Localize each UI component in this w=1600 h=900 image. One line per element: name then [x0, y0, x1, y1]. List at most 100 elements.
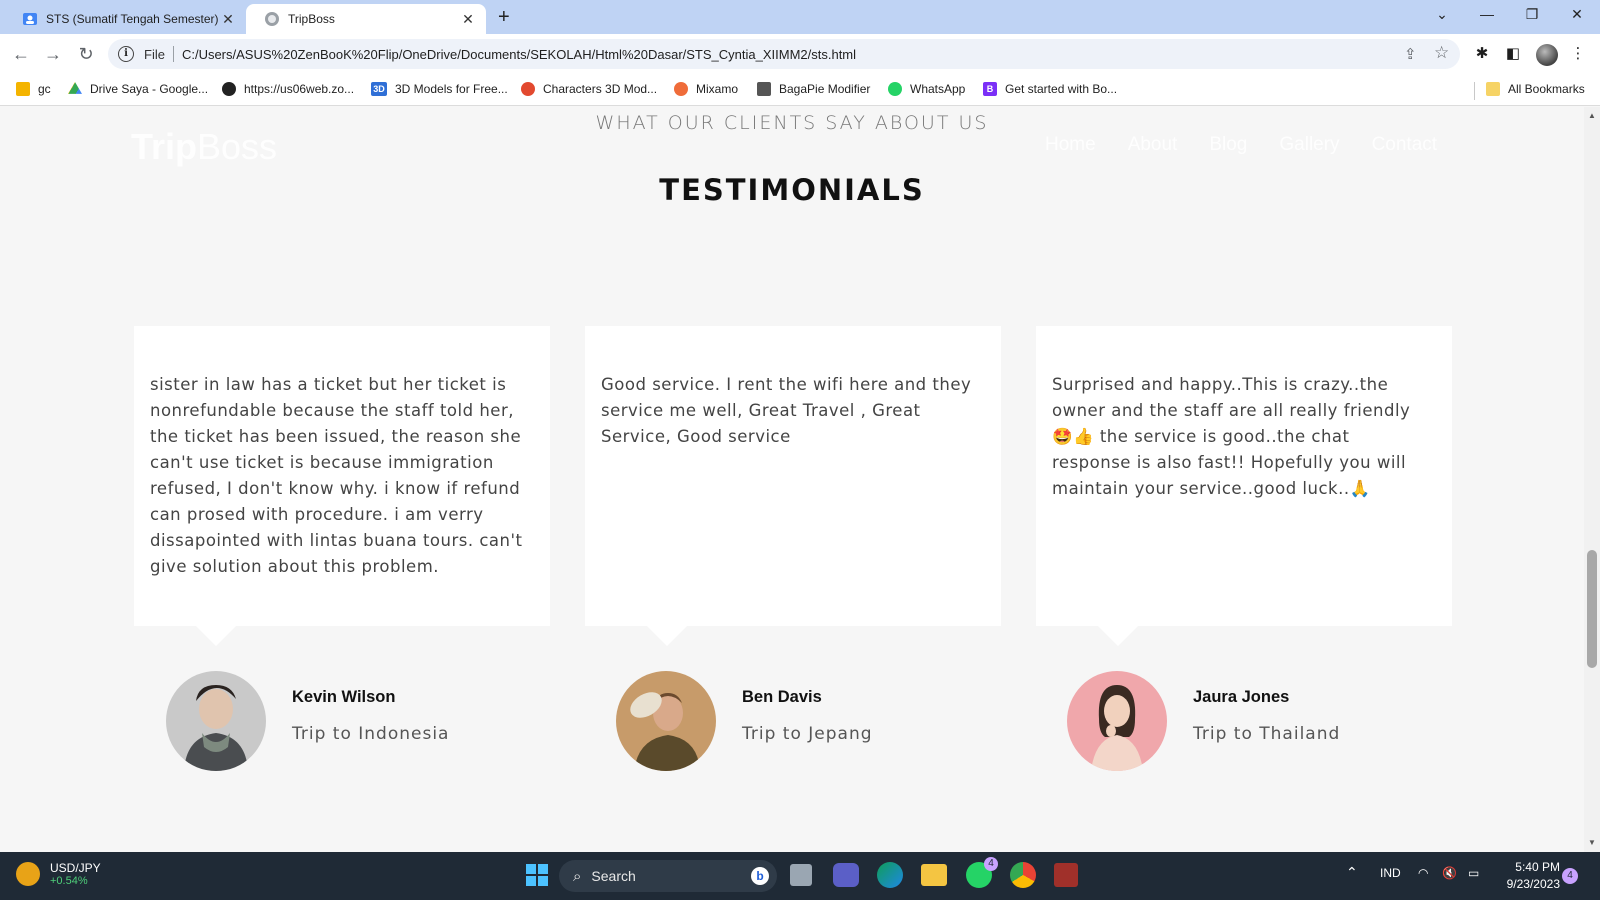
clock-date: 9/23/2023: [1506, 877, 1560, 891]
profile-avatar[interactable]: [1536, 44, 1558, 66]
url-text[interactable]: C:/Users/ASUS%20ZenBooK%20Flip/OneDrive/…: [182, 47, 856, 62]
bookmark-drive[interactable]: Drive Saya - Google...: [68, 82, 208, 96]
whatsapp-icon[interactable]: 4: [966, 857, 998, 888]
bookmark-whatsapp[interactable]: WhatsApp: [888, 82, 965, 96]
bookmark-zoom[interactable]: https://us06web.zo...: [222, 82, 354, 96]
taskbar-search[interactable]: ⌕ Search b: [559, 860, 777, 892]
share-icon[interactable]: ⇪: [1404, 45, 1417, 63]
bookmark-label: gc: [38, 82, 51, 96]
testimonial-card: Surprised and happy..This is crazy..the …: [1036, 326, 1452, 646]
stock-widget[interactable]: USD/JPY +0.54%: [16, 861, 101, 887]
clock[interactable]: 5:40 PM 9/23/2023: [1496, 859, 1560, 893]
author-name: Ben Davis: [742, 688, 822, 706]
taskbar: USD/JPY +0.54% ⌕ Search b 4 ⌃ IND ◠ 🔇 ▭ …: [0, 852, 1600, 900]
bookmark-label: 3D Models for Free...: [395, 82, 508, 96]
task-view-icon[interactable]: [790, 864, 812, 886]
speech-tail: [647, 626, 687, 646]
testimonial-card: sister in law has a ticket but her ticke…: [134, 326, 550, 646]
wifi-icon[interactable]: ◠: [1418, 866, 1428, 880]
nav-gallery[interactable]: Gallery: [1279, 134, 1339, 156]
bookmark-3d-models[interactable]: 3D 3D Models for Free...: [371, 82, 508, 96]
bookmark-mixamo[interactable]: Mixamo: [674, 82, 738, 96]
bookmark-gc[interactable]: gc: [16, 82, 51, 96]
badge: 4: [984, 857, 998, 871]
battery-icon[interactable]: ▭: [1468, 866, 1479, 880]
start-icon[interactable]: [522, 860, 552, 890]
new-tab-icon[interactable]: +: [498, 6, 510, 29]
ticker-change: +0.54%: [50, 875, 88, 887]
divider: [172, 46, 174, 62]
menu-icon[interactable]: ⋮: [1568, 44, 1588, 64]
tab-title: STS (Sumatif Tengah Semester) C: [46, 12, 218, 26]
notification-badge[interactable]: 4: [1562, 868, 1578, 884]
close-tab-icon[interactable]: ✕: [218, 11, 238, 28]
close-tab-icon[interactable]: ✕: [458, 11, 478, 28]
star-icon[interactable]: ☆: [1434, 43, 1449, 63]
chrome-icon[interactable]: [1010, 862, 1036, 888]
nav-about[interactable]: About: [1128, 134, 1178, 156]
restore-icon[interactable]: ❐: [1517, 6, 1547, 23]
bookmarks-bar: gc Drive Saya - Google... https://us06we…: [0, 74, 1600, 106]
section-eyebrow: WHAT OUR CLIENTS SAY ABOUT US: [595, 112, 989, 134]
mixamo-icon: [674, 82, 688, 96]
bookmark-label: All Bookmarks: [1508, 82, 1585, 96]
testimonial-text: Surprised and happy..This is crazy..the …: [1052, 375, 1411, 498]
author-trip: Trip to Jepang: [742, 724, 873, 744]
search-icon: ⌕: [573, 867, 582, 885]
nav-blog[interactable]: Blog: [1209, 134, 1247, 156]
address-bar[interactable]: i File C:/Users/ASUS%20ZenBooK%20Flip/On…: [108, 39, 1460, 69]
classroom-icon: [16, 82, 30, 96]
clock-time: 5:40 PM: [1515, 860, 1560, 874]
file-explorer-icon[interactable]: [921, 864, 947, 886]
speech-tail: [1098, 626, 1138, 646]
tab-tripboss[interactable]: TripBoss ✕: [246, 4, 486, 34]
avatar: [1067, 671, 1167, 771]
bookmark-characters[interactable]: Characters 3D Mod...: [521, 82, 657, 96]
scroll-up-icon[interactable]: ▲: [1588, 111, 1596, 120]
side-panel-icon[interactable]: ◧: [1503, 44, 1523, 64]
testimonial-text: Good service. I rent the wifi here and t…: [601, 375, 972, 446]
forward-icon[interactable]: →: [41, 42, 65, 66]
author-trip: Trip to Indonesia: [292, 724, 450, 744]
language-indicator[interactable]: IND: [1380, 866, 1401, 880]
avatar: [616, 671, 716, 771]
info-icon[interactable]: i: [118, 46, 134, 62]
tab-strip: STS (Sumatif Tengah Semester) C ✕ TripBo…: [0, 0, 1600, 34]
tab-sts[interactable]: STS (Sumatif Tengah Semester) C ✕: [4, 4, 246, 34]
globe-icon: [222, 82, 236, 96]
all-bookmarks-button[interactable]: All Bookmarks: [1486, 82, 1585, 96]
3d-icon: 3D: [371, 82, 387, 96]
url-scheme: File: [144, 46, 165, 62]
speaker-muted-icon[interactable]: 🔇: [1442, 866, 1457, 880]
chevron-down-icon[interactable]: ⌄: [1427, 6, 1457, 23]
chevron-up-icon[interactable]: ⌃: [1346, 864, 1358, 881]
bagapie-icon: [757, 82, 771, 96]
classroom-icon: [23, 13, 37, 25]
winrar-icon[interactable]: [1054, 863, 1078, 887]
bootstrap-icon: B: [983, 82, 997, 96]
minimize-icon[interactable]: —: [1472, 6, 1502, 22]
nav-contact[interactable]: Contact: [1372, 134, 1437, 156]
close-window-icon[interactable]: ✕: [1562, 6, 1592, 23]
testimonial-text: sister in law has a ticket but her ticke…: [150, 375, 523, 576]
bookmark-bootstrap[interactable]: B Get started with Bo...: [983, 82, 1117, 96]
bookmark-bagapie[interactable]: BagaPie Modifier: [757, 82, 870, 96]
extensions-icon[interactable]: ✱: [1472, 44, 1492, 64]
reload-icon[interactable]: ↻: [74, 42, 98, 66]
bookmark-label: Characters 3D Mod...: [543, 82, 658, 96]
drive-icon: [68, 82, 82, 94]
page-scrollbar[interactable]: ▲ ▼: [1584, 107, 1600, 852]
whatsapp-icon: [888, 82, 902, 96]
author-name: Kevin Wilson: [292, 688, 396, 706]
scrollbar-thumb[interactable]: [1587, 550, 1597, 668]
scroll-down-icon[interactable]: ▼: [1588, 838, 1596, 847]
search-label: Search: [591, 868, 636, 884]
edge-icon[interactable]: [877, 862, 903, 888]
globe-icon: [265, 12, 279, 26]
back-icon[interactable]: ←: [9, 42, 33, 66]
author-name: Jaura Jones: [1193, 688, 1290, 706]
bookmark-label: WhatsApp: [910, 82, 966, 96]
nav-home[interactable]: Home: [1045, 134, 1096, 156]
teams-icon[interactable]: [833, 863, 859, 887]
tab-title: TripBoss: [288, 12, 335, 26]
